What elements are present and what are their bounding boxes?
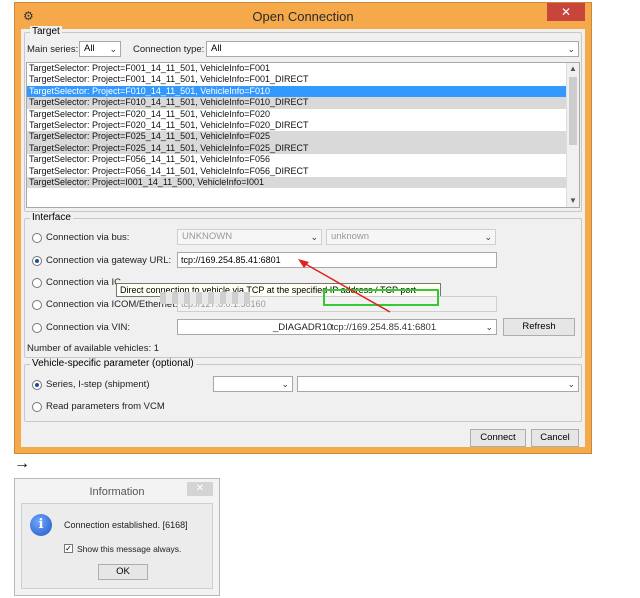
ok-button[interactable]: OK xyxy=(98,564,148,580)
show-always-checkbox[interactable]: ✓ xyxy=(64,544,73,553)
arrow-right-icon: → xyxy=(14,455,30,472)
info-icon: i xyxy=(30,514,52,536)
show-always-label: Show this message always. xyxy=(77,544,182,554)
information-dialog: Information ✕ i Connection established. … xyxy=(14,478,220,596)
info-message: Connection established. [6168] xyxy=(64,520,188,530)
info-client: i Connection established. [6168] ✓ Show … xyxy=(21,503,213,589)
info-close-button[interactable]: ✕ xyxy=(187,482,213,496)
